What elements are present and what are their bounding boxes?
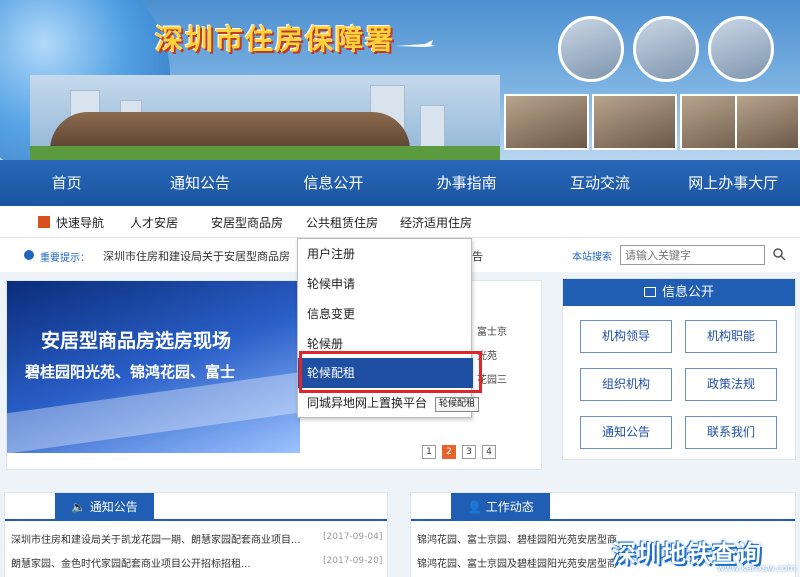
btn-announcements[interactable]: 通知公告 [580, 416, 672, 449]
work-news-title-text: 工作动态 [485, 500, 534, 514]
list-item-date: [2017-09-20] [323, 556, 383, 566]
search-label: 本站搜索 [572, 252, 612, 263]
slide-subtitle: 碧桂园阳光苑、锦鸿花园、富士 [25, 363, 236, 381]
airplane-icon [395, 40, 435, 47]
list-item[interactable]: 锦鸿花园、富士京园、碧桂园阳光苑安居型商品房... [417, 531, 617, 546]
highlight-box [299, 351, 482, 393]
sub-nav: 快速导航 人才安居 安居型商品房 公共租赁住房 经济适用住房 [0, 206, 800, 238]
btn-contact-us[interactable]: 联系我们 [685, 416, 777, 449]
list-item-date: [2017-09-04] [323, 532, 383, 542]
page-3[interactable]: 3 [462, 445, 476, 459]
carousel-pager: 1 2 3 4 [422, 445, 496, 459]
search-icon[interactable] [772, 247, 786, 261]
photo-housing-2 [633, 16, 699, 82]
notice-label: 重要提示： [40, 253, 90, 264]
menu-user-registration[interactable]: 用户注册 [298, 239, 473, 269]
info-icon [24, 250, 34, 260]
photo-housing-3 [708, 16, 774, 82]
notice-section-title[interactable]: 🔈 通知公告 [55, 493, 154, 521]
quick-nav-icon [38, 216, 50, 228]
main-nav: 首页 通知公告 信息公开 办事指南 互动交流 网上办事大厅 [0, 160, 800, 206]
notice-tail: 告 [472, 250, 483, 263]
subnav-public-rental-housing[interactable]: 公共租赁住房 [306, 214, 378, 231]
photo-housing-1 [558, 16, 624, 82]
list-item[interactable]: 朗慧家园、金色时代家园配套商业项目公开招标招租... [11, 555, 311, 570]
search-input[interactable] [620, 245, 765, 265]
btn-functions[interactable]: 机构职能 [685, 320, 777, 353]
notice-section-title-text: 通知公告 [89, 500, 138, 514]
nav-home[interactable]: 首页 [0, 160, 133, 206]
quick-nav-label: 快速导航 [56, 216, 105, 230]
photo-event-1 [504, 94, 589, 150]
watermark: 深圳地铁查询 www.kanxsw.com [612, 530, 800, 577]
list-item[interactable]: 锦鸿花园、富士京园及碧桂园阳光苑安居型商品房... [417, 555, 617, 570]
watermark-url: www.kanxsw.com [716, 564, 796, 574]
info-panel-header: 信息公开 [563, 279, 795, 306]
side-item[interactable]: 富士京 [477, 321, 507, 345]
btn-policies[interactable]: 政策法规 [685, 368, 777, 401]
nav-online-service-hall[interactable]: 网上办事大厅 [667, 160, 800, 206]
nav-interaction[interactable]: 互动交流 [533, 160, 666, 206]
page-1[interactable]: 1 [422, 445, 436, 459]
notice-section: 🔈 通知公告 深圳市住房和建设局关于凯龙花园一期、朗慧家园配套商业项目... [… [4, 492, 388, 577]
list-item[interactable]: 深圳市住房和建设局关于凯龙花园一期、朗慧家园配套商业项目... [11, 531, 311, 546]
slide-title: 安居型商品房选房现场 [41, 330, 232, 352]
subnav-economic-housing[interactable]: 经济适用住房 [400, 214, 472, 231]
work-news-title[interactable]: 👤 工作动态 [451, 493, 550, 521]
city-photo [30, 75, 500, 160]
carousel-slide[interactable]: 安居型商品房选房现场 碧桂园阳光苑、锦鸿花园、富士 [7, 281, 300, 453]
page-4[interactable]: 4 [482, 445, 496, 459]
subnav-affordable-commodity-housing[interactable]: 安居型商品房 [211, 214, 283, 231]
nav-info-disclosure[interactable]: 信息公开 [267, 160, 400, 206]
btn-leadership[interactable]: 机构领导 [580, 320, 672, 353]
info-panel-title: 信息公开 [661, 285, 714, 300]
info-disclosure-panel: 信息公开 机构领导 机构职能 组织机构 政策法规 通知公告 联系我们 [562, 278, 796, 460]
menu-info-change[interactable]: 信息变更 [298, 299, 473, 329]
photo-event-2 [592, 94, 677, 150]
notice-text[interactable]: 深圳市住房和建设局关于安居型商品房 [103, 248, 298, 264]
nav-service-guide[interactable]: 办事指南 [400, 160, 533, 206]
document-icon [643, 287, 656, 297]
subnav-talent-housing[interactable]: 人才安居 [130, 214, 178, 231]
site-title[interactable]: 深圳市住房保障署 [155, 18, 395, 58]
page-2[interactable]: 2 [442, 445, 456, 459]
btn-organization[interactable]: 组织机构 [580, 368, 672, 401]
tooltip: 轮候配租 [435, 397, 480, 412]
photo-event-4 [735, 94, 800, 150]
nav-announcements[interactable]: 通知公告 [133, 160, 266, 206]
header-banner: 深圳市住房保障署 [0, 0, 800, 160]
menu-waitlist-application[interactable]: 轮候申请 [298, 269, 473, 299]
